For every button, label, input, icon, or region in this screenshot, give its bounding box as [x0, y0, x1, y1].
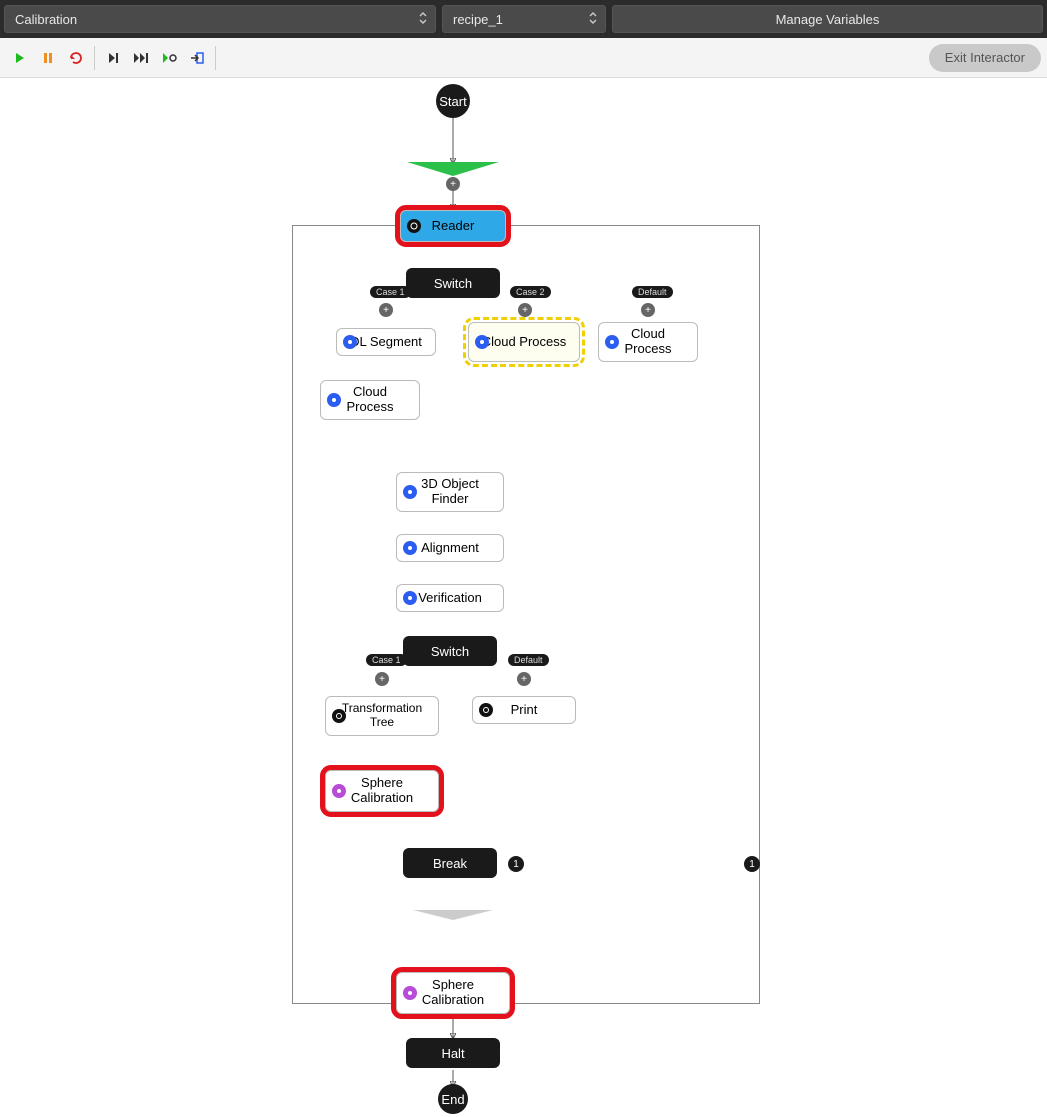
dl-segment-node[interactable]: DL Segment [336, 328, 436, 356]
loop-exit-icon [413, 910, 493, 920]
break-node[interactable]: Break [403, 848, 497, 878]
sphere-calibration-label: Sphere Calibration [334, 776, 430, 806]
default-b-label: Default [508, 654, 549, 666]
verification-node[interactable]: Verification [396, 584, 504, 612]
skip-forward-icon [133, 51, 149, 65]
pause-button[interactable] [34, 44, 62, 72]
step-forward-icon [106, 51, 120, 65]
add-node-icon[interactable]: + [446, 177, 460, 191]
sphere-calibration-label: Sphere Calibration [405, 978, 501, 1008]
flowchart-select[interactable]: Calibration [4, 5, 436, 33]
flowchart-canvas[interactable]: Start + Reader Switch Case 1 Case 2 Defa… [0, 78, 1047, 1117]
object-finder-node[interactable]: 3D Object Finder [396, 472, 504, 512]
gear-icon [327, 393, 341, 407]
reader-label: Reader [432, 219, 475, 234]
halt-node[interactable]: Halt [406, 1038, 500, 1068]
step-into-button[interactable] [155, 44, 183, 72]
break-label: Break [433, 856, 467, 871]
toolbar: Exit Interactor [0, 38, 1047, 78]
gear-icon [403, 541, 417, 555]
gear-icon [479, 703, 493, 717]
add-node-icon[interactable]: + [379, 303, 393, 317]
gear-icon [403, 591, 417, 605]
manage-variables-button[interactable]: Manage Variables [612, 5, 1043, 33]
cloud-process-label: Cloud Process [482, 335, 567, 350]
chevron-updown-icon [589, 12, 597, 27]
sphere-calibration-node-2[interactable]: Sphere Calibration [396, 972, 510, 1014]
gear-icon [332, 784, 346, 798]
manage-variables-label: Manage Variables [776, 12, 880, 27]
sphere-calibration-node-1[interactable]: Sphere Calibration [325, 770, 439, 812]
gear-icon [403, 986, 417, 1000]
verification-label: Verification [418, 591, 482, 606]
recipe-select-value: recipe_1 [453, 12, 503, 27]
exit-interactor-button[interactable]: Exit Interactor [929, 44, 1041, 72]
loop-entry-icon [407, 162, 499, 176]
gear-icon [343, 335, 357, 349]
add-node-icon[interactable]: + [518, 303, 532, 317]
switch1-label: Switch [434, 276, 472, 291]
print-node[interactable]: Print [472, 696, 576, 724]
gear-icon [475, 335, 489, 349]
skip-button[interactable] [127, 44, 155, 72]
step-button[interactable] [99, 44, 127, 72]
gear-icon [332, 709, 346, 723]
reader-node[interactable]: Reader [400, 210, 506, 242]
switch2-label: Switch [431, 644, 469, 659]
print-label: Print [511, 703, 538, 718]
transformation-tree-node[interactable]: Transformation Tree [325, 696, 439, 736]
transformation-tree-label: Transformation Tree [334, 702, 430, 730]
dl-segment-label: DL Segment [350, 335, 422, 350]
cloud-process-label: Cloud Process [607, 327, 689, 357]
loop-count-badge: 1 [744, 856, 760, 872]
case-1-label: Case 1 [370, 286, 411, 298]
cloud-process-node-1[interactable]: Cloud Process [320, 380, 420, 420]
top-bar: Calibration recipe_1 Manage Variables [0, 0, 1047, 38]
end-label: End [441, 1092, 464, 1107]
gear-icon [605, 335, 619, 349]
add-node-icon[interactable]: + [641, 303, 655, 317]
pause-icon [41, 51, 55, 65]
play-icon [13, 51, 27, 65]
separator [215, 46, 216, 70]
halt-label: Halt [441, 1046, 464, 1061]
recipe-select[interactable]: recipe_1 [442, 5, 606, 33]
case-1b-label: Case 1 [366, 654, 407, 666]
exit-interactor-label: Exit Interactor [945, 50, 1025, 65]
alignment-node[interactable]: Alignment [396, 534, 504, 562]
play-button[interactable] [6, 44, 34, 72]
cloud-process-label: Cloud Process [329, 385, 411, 415]
end-node[interactable]: End [438, 1084, 468, 1114]
start-label: Start [439, 94, 466, 109]
start-node[interactable]: Start [436, 84, 470, 118]
add-node-icon[interactable]: + [375, 672, 389, 686]
refresh-icon [68, 50, 84, 66]
alignment-label: Alignment [421, 541, 479, 556]
cloud-process-node-3[interactable]: Cloud Process [598, 322, 698, 362]
add-node-icon[interactable]: + [517, 672, 531, 686]
separator [94, 46, 95, 70]
break-count-badge: 1 [508, 856, 524, 872]
cloud-process-node-2[interactable]: Cloud Process [468, 322, 580, 362]
switch-node-2[interactable]: Switch [403, 636, 497, 666]
flowchart-select-value: Calibration [15, 12, 77, 27]
default-label: Default [632, 286, 673, 298]
gear-icon [407, 219, 421, 233]
step-into-icon [161, 51, 177, 65]
gear-icon [403, 485, 417, 499]
case-2-label: Case 2 [510, 286, 551, 298]
step-out-button[interactable] [183, 44, 211, 72]
object-finder-label: 3D Object Finder [405, 477, 495, 507]
chevron-updown-icon [419, 12, 427, 27]
reset-button[interactable] [62, 44, 90, 72]
step-out-icon [189, 51, 205, 65]
switch-node-1[interactable]: Switch [406, 268, 500, 298]
